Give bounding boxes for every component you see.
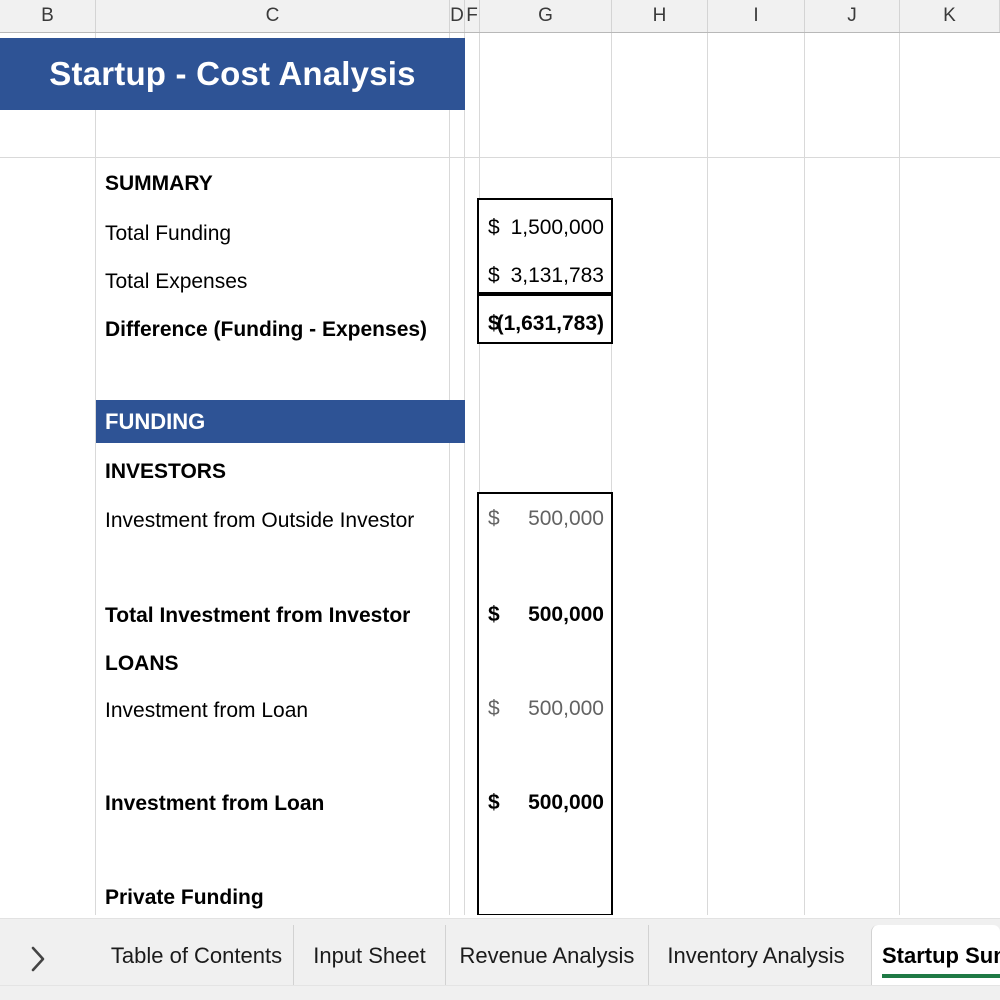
row-label-investment-from-loan-total: Investment from Loan [105, 792, 325, 815]
subsection-heading-investors: INVESTORS [105, 460, 226, 483]
tabbar-bottom-edge [0, 985, 1000, 1000]
cell-value: 500,000 [528, 603, 604, 626]
sheet-tab-label: Inventory Analysis [667, 943, 845, 968]
cell-value: 500,000 [528, 697, 604, 720]
gridline-vertical [95, 33, 96, 915]
sheet-title-banner: Startup - Cost Analysis [0, 38, 465, 110]
row-label-investment-outside-investor: Investment from Outside Investor [105, 509, 415, 532]
row-label-total-investment-from-investor: Total Investment from Investor [105, 604, 411, 627]
cell-value: 500,000 [528, 791, 604, 814]
cell-value: 500,000 [528, 507, 604, 530]
subsection-heading-private-funding: Private Funding [105, 886, 264, 909]
currency-symbol: $ [488, 697, 500, 720]
cell-total-expenses-value[interactable]: $ 3,131,783 [488, 254, 604, 298]
row-label-investment-from-loan: Investment from Loan [105, 699, 309, 722]
worksheet-grid: Startup - Cost Analysis SUMMARY Total Fu… [0, 33, 1000, 915]
column-header-c[interactable]: C [96, 0, 450, 32]
cell-investment-from-loan-total-value[interactable]: $ 500,000 [488, 781, 604, 825]
currency-symbol: $ [488, 264, 500, 287]
currency-symbol: $ [488, 791, 500, 814]
currency-symbol: $ [488, 603, 500, 626]
gridline-vertical [449, 33, 450, 915]
sheet-tab-strip: Table of Contents Input Sheet Revenue Anal… [0, 918, 1000, 987]
sheet-tab-table-of-contents[interactable]: Table of Contents [100, 925, 293, 987]
cell-investment-outside-investor-value[interactable]: $ 500,000 [488, 497, 604, 541]
column-header-j[interactable]: J [805, 0, 900, 32]
cell-total-investment-from-investor-value[interactable]: $ 500,000 [488, 593, 604, 637]
column-header-label: G [538, 5, 553, 26]
column-header-label: B [41, 5, 54, 26]
subsection-heading-loans: LOANS [105, 652, 179, 675]
column-header-k[interactable]: K [900, 0, 1000, 32]
sheet-tab-inventory-analysis[interactable]: Inventory Analysis [648, 925, 863, 987]
column-header-b[interactable]: B [0, 0, 96, 32]
gridline-vertical [804, 33, 805, 915]
currency-symbol: $ [488, 216, 500, 239]
summary-heading: SUMMARY [105, 172, 213, 195]
section-banner-funding: FUNDING [96, 400, 465, 443]
gridline-horizontal [0, 157, 1000, 158]
sheet-tab-input-sheet[interactable]: Input Sheet [293, 925, 445, 987]
column-header-label: H [652, 5, 667, 26]
gridline-vertical [899, 33, 900, 915]
row-label-difference: Difference (Funding - Expenses) [105, 318, 428, 341]
column-header-d[interactable]: D [450, 0, 465, 32]
cell-total-funding-value[interactable]: $ 1,500,000 [488, 206, 604, 250]
sheet-tab-revenue-analysis[interactable]: Revenue Analysis [445, 925, 648, 987]
sheet-tab-label: Table of Contents [110, 943, 283, 968]
row-label-total-expenses: Total Expenses [105, 270, 248, 293]
column-header-g[interactable]: G [480, 0, 612, 32]
sheet-tab-startup-sum[interactable]: Startup Sum [871, 925, 1000, 987]
column-header-row: B C DF G H I J K [0, 0, 1000, 33]
sheet-tab-label: Revenue Analysis [459, 943, 635, 968]
active-tab-underline [882, 974, 1000, 978]
section-banner-label: FUNDING [105, 408, 206, 434]
column-header-i[interactable]: I [708, 0, 805, 32]
sheet-tab-bar: Table of Contents Input Sheet Revenue Anal… [0, 915, 1000, 1000]
column-header-label: C [265, 5, 280, 26]
cell-value: 3,131,783 [510, 264, 604, 287]
page-title: Startup - Cost Analysis [49, 55, 416, 92]
row-label-total-funding: Total Funding [105, 222, 232, 245]
sheet-tab-label: Startup Sum [882, 943, 1000, 968]
cell-value: 1,500,000 [510, 216, 604, 239]
gridline-vertical [464, 33, 465, 915]
chevron-right-icon[interactable] [18, 937, 58, 981]
sheet-tab-label: Input Sheet [313, 943, 426, 968]
currency-symbol: $ [488, 507, 500, 530]
column-header-label: I [753, 5, 759, 26]
spreadsheet-view: B C DF G H I J K Startup - Cost Analysis SUMMAR… [0, 0, 1000, 1000]
column-header-label: K [943, 5, 956, 26]
cell-difference-value[interactable]: $ (1,631,783) [488, 302, 604, 346]
column-header-f[interactable]: F [465, 0, 480, 32]
column-header-label: J [847, 5, 857, 26]
cell-investment-from-loan-value[interactable]: $ 500,000 [488, 687, 604, 731]
column-header-h[interactable]: H [612, 0, 708, 32]
cell-value: (1,631,783) [496, 312, 604, 335]
column-header-label: D [450, 5, 464, 26]
gridline-vertical [707, 33, 708, 915]
column-header-label: F [466, 5, 478, 26]
